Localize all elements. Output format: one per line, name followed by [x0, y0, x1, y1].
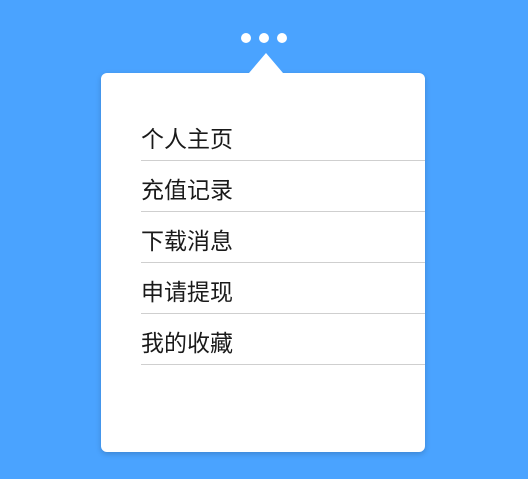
menu-item-label: 我的收藏 [141, 330, 233, 357]
menu-item-download-messages[interactable]: 下载消息 [141, 212, 425, 263]
menu-item-recharge-history[interactable]: 充值记录 [141, 161, 425, 212]
menu-item-label: 申请提现 [141, 279, 233, 306]
menu-list: 个人主页 充值记录 下载消息 申请提现 我的收藏 [141, 110, 425, 365]
menu-item-label: 充值记录 [141, 177, 233, 204]
dropdown-popover: 个人主页 充值记录 下载消息 申请提现 我的收藏 [101, 53, 425, 452]
menu-item-label: 个人主页 [141, 126, 233, 153]
more-menu-button[interactable] [241, 31, 287, 45]
menu-item-withdraw[interactable]: 申请提现 [141, 263, 425, 314]
more-dot-icon [259, 33, 269, 43]
more-dot-icon [241, 33, 251, 43]
popover-arrow [249, 53, 283, 73]
menu-item-profile[interactable]: 个人主页 [141, 110, 425, 161]
more-dot-icon [277, 33, 287, 43]
menu-item-favorites[interactable]: 我的收藏 [141, 314, 425, 365]
menu-item-label: 下载消息 [141, 228, 233, 255]
